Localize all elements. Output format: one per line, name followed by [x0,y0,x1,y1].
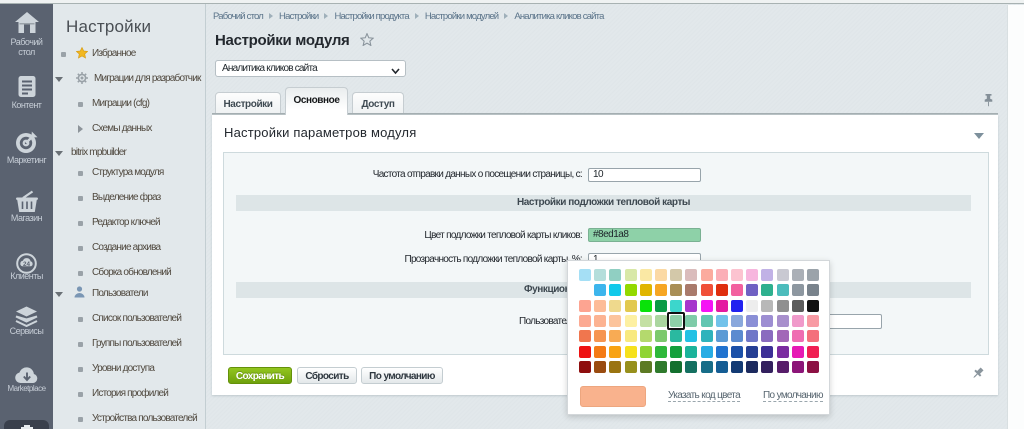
svg-text:24: 24 [23,261,31,268]
